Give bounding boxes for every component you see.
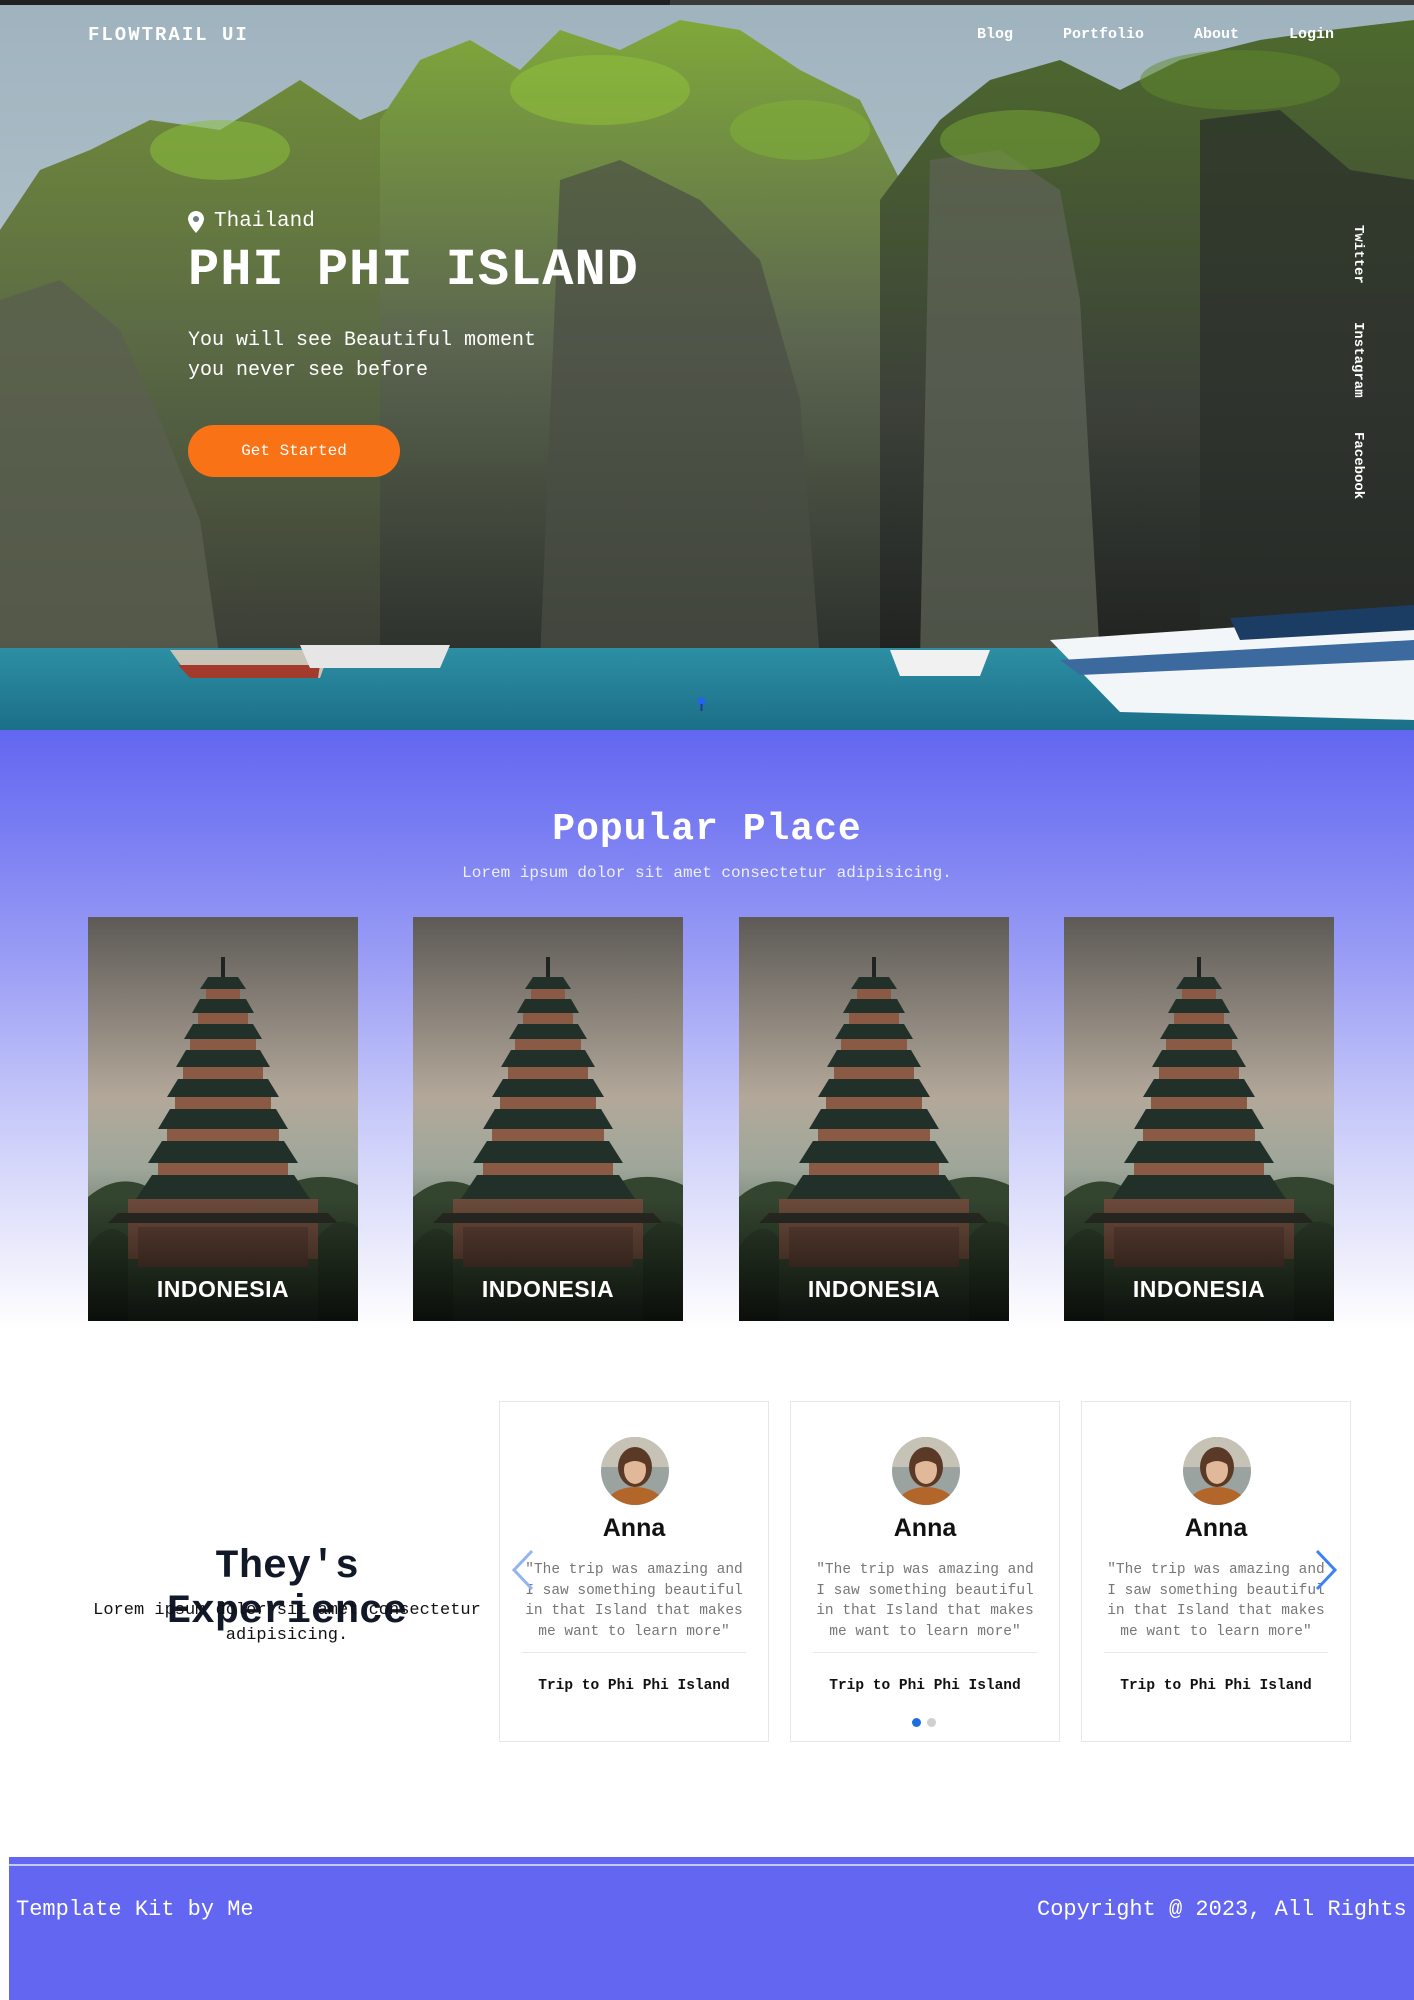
testimonial-card: Anna "The trip was amazing and I saw som… (790, 1401, 1060, 1742)
divider (813, 1652, 1037, 1653)
pagination-dot[interactable] (927, 1718, 936, 1727)
avatar-photo (601, 1437, 669, 1505)
hero-content: Thailand PHI PHI ISLAND You will see Bea… (188, 210, 639, 477)
testimonial-trip: Trip to Phi Phi Island (538, 1678, 730, 1694)
pagoda-image (413, 917, 683, 1321)
testimonial-card: Anna "The trip was amazing and I saw som… (499, 1401, 769, 1742)
experience-subtitle: Lorem ipsum dolor sit amet consectetur a… (93, 1601, 481, 1645)
popular-place-section: Popular Place Lorem ipsum dolor sit amet… (0, 730, 1414, 1330)
top-navbar: FLOWTRAIL UI Blog Portfolio About Login (0, 0, 1414, 72)
testimonial-name: Anna (1184, 1514, 1248, 1542)
testimonial-trip: Trip to Phi Phi Island (829, 1678, 1021, 1694)
popular-subtitle: Lorem ipsum dolor sit amet consectetur a… (462, 864, 952, 882)
testimonial-name: Anna (893, 1514, 957, 1542)
chevron-right-icon[interactable] (1313, 1548, 1339, 1592)
footer-divider (9, 1864, 1414, 1866)
avatar (892, 1437, 960, 1505)
footer: Template Kit by Me Copyright @ 2023, All… (9, 1857, 1414, 2000)
pagoda-image (739, 917, 1009, 1321)
hero-subtitle: You will see Beautiful moment you never … (188, 329, 537, 382)
hero-location-label: Thailand (214, 210, 315, 233)
hero-title: PHI PHI ISLAND (188, 241, 639, 300)
brand-logo[interactable]: FLOWTRAIL UI (88, 24, 249, 46)
testimonial-name: Anna (602, 1514, 666, 1542)
social-link-instagram[interactable]: Instagram (1350, 322, 1366, 398)
place-card[interactable]: INDONESIA (88, 917, 358, 1321)
testimonial-quote: "The trip was amazing and I saw somethin… (816, 1562, 1034, 1640)
testimonial-quote: "The trip was amazing and I saw somethin… (1107, 1562, 1325, 1640)
avatar (601, 1437, 669, 1505)
social-link-facebook[interactable]: Facebook (1350, 432, 1366, 499)
avatar (1183, 1437, 1251, 1505)
testimonial-card: Anna "The trip was amazing and I saw som… (1081, 1401, 1351, 1742)
pagoda-image (88, 917, 358, 1321)
place-card[interactable]: INDONESIA (739, 917, 1009, 1321)
hero-location: Thailand (188, 210, 639, 233)
hero-section: FLOWTRAIL UI Blog Portfolio About Login … (0, 0, 1414, 730)
get-started-button[interactable]: Get Started (188, 425, 400, 477)
place-card-label: INDONESIA (807, 1276, 941, 1302)
pagination-dot-active[interactable] (912, 1718, 921, 1727)
place-card[interactable]: INDONESIA (1064, 917, 1334, 1321)
map-pin-icon (188, 210, 204, 233)
nav-link-portfolio[interactable]: Portfolio (1063, 26, 1144, 43)
pagoda-image (1064, 917, 1334, 1321)
place-card-label: INDONESIA (481, 1276, 615, 1302)
footer-credit: Template Kit by Me (16, 1897, 254, 1922)
testimonial-quote: "The trip was amazing and I saw somethin… (525, 1562, 743, 1640)
place-cards: INDONESIA INDONESIA INDONESIA INDONESIA (88, 917, 1334, 1321)
place-card-label: INDONESIA (1132, 1276, 1266, 1302)
scroll-indicator-icon[interactable] (697, 697, 706, 711)
footer-copyright: Copyright @ 2023, All Rights R (1037, 1897, 1414, 1922)
nav-link-about[interactable]: About (1194, 26, 1239, 43)
chevron-left-icon[interactable] (510, 1548, 536, 1592)
divider (1104, 1652, 1328, 1653)
nav-link-blog[interactable]: Blog (977, 26, 1013, 43)
avatar-photo (892, 1437, 960, 1505)
divider (522, 1652, 746, 1653)
avatar-photo (1183, 1437, 1251, 1505)
carousel-pagination (912, 1718, 936, 1727)
testimonial-trip: Trip to Phi Phi Island (1120, 1678, 1312, 1694)
nav-links: Blog Portfolio About Login (927, 26, 1334, 43)
popular-title: Popular Place (552, 808, 862, 851)
place-card-label: INDONESIA (156, 1276, 290, 1302)
social-link-twitter[interactable]: Twitter (1350, 225, 1366, 284)
nav-link-login[interactable]: Login (1289, 26, 1334, 43)
place-card[interactable]: INDONESIA (413, 917, 683, 1321)
